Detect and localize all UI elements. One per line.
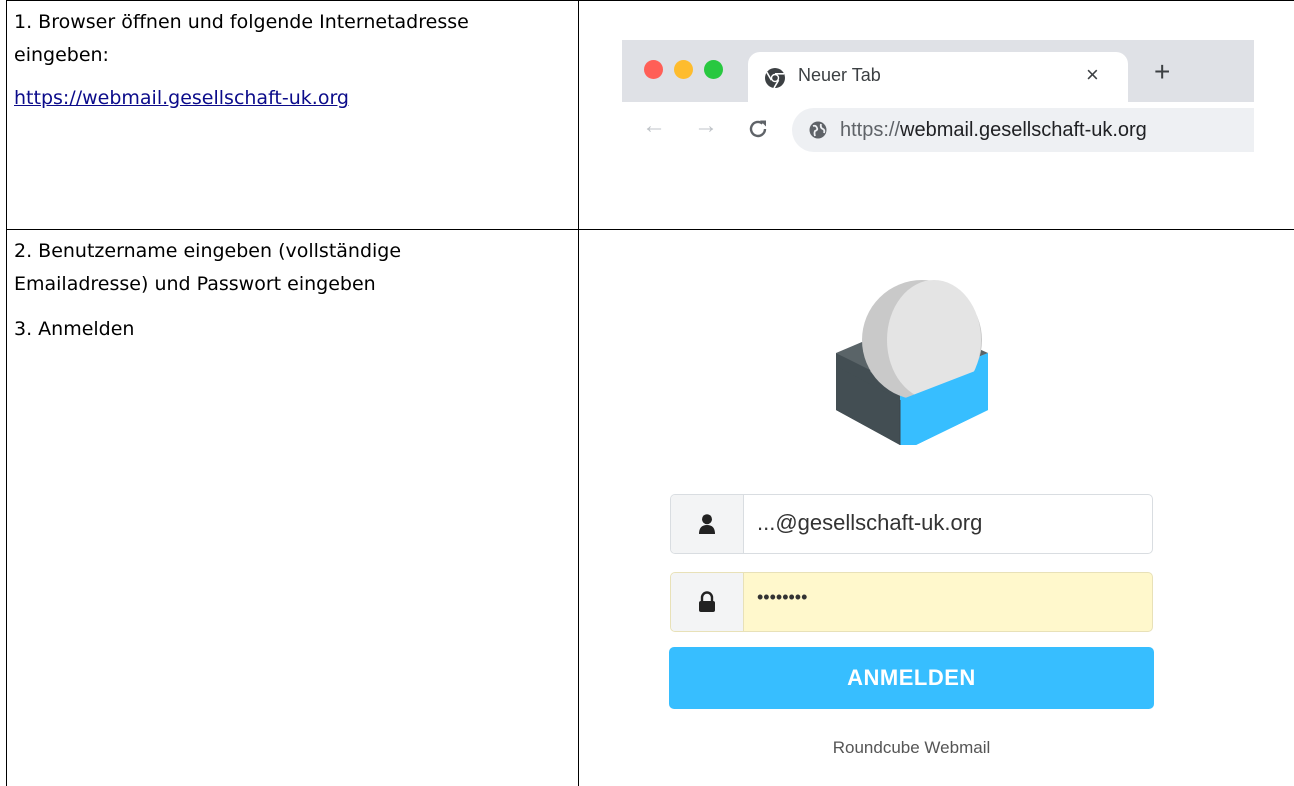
browser-window: Neuer Tab × + ← → https://webmail.gesell… — [622, 40, 1254, 156]
roundcube-logo-icon — [836, 280, 988, 445]
minimize-window-dot[interactable] — [674, 60, 693, 79]
url-scheme: https:// — [840, 119, 901, 141]
lock-icon — [699, 591, 715, 612]
anmelden-button[interactable]: ANMELDEN — [669, 647, 1154, 709]
step1-cell: 1. Browser öffnen und folgende Interneta… — [14, 6, 554, 115]
maximize-window-dot[interactable] — [704, 60, 723, 79]
forward-arrow-icon[interactable]: → — [694, 112, 718, 140]
table-border-center — [578, 0, 579, 786]
browser-tab[interactable]: Neuer Tab × — [748, 52, 1128, 104]
username-field[interactable]: ...@gesellschaft-uk.org — [670, 494, 1153, 554]
globe-icon — [809, 121, 827, 139]
password-value: •••••••• — [757, 587, 808, 607]
roundcube-footer: Roundcube Webmail — [832, 738, 991, 757]
new-tab-icon[interactable]: + — [1154, 58, 1170, 86]
username-value: ...@gesellschaft-uk.org — [757, 510, 983, 535]
lock-icon-box — [671, 573, 744, 631]
step2-cell: 2. Benutzername eingeben (vollständige E… — [14, 235, 534, 346]
table-border-left — [6, 0, 7, 786]
address-url: https://webmail.gesellschaft-uk.org — [840, 119, 1147, 142]
back-arrow-icon[interactable]: ← — [642, 112, 666, 140]
chrome-icon — [765, 68, 785, 89]
user-icon — [699, 514, 715, 534]
user-icon-box — [671, 495, 744, 553]
table-border-middle — [6, 229, 1294, 230]
step2-text: 2. Benutzername eingeben (vollständige E… — [14, 240, 402, 295]
tab-title: Neuer Tab — [798, 65, 881, 85]
password-field[interactable]: •••••••• — [670, 572, 1153, 632]
step3-text: 3. Anmelden — [14, 318, 135, 340]
tab-close-icon[interactable]: × — [1086, 62, 1099, 88]
table-border-top — [6, 0, 1294, 1]
browser-toolbar: ← → https://webmail.gesellschaft-uk.org — [622, 102, 1254, 156]
url-host: webmail.gesellschaft-uk.org — [900, 119, 1147, 141]
close-window-dot[interactable] — [644, 60, 663, 79]
step1-text: 1. Browser öffnen und folgende Interneta… — [14, 11, 469, 66]
address-bar[interactable]: https://webmail.gesellschaft-uk.org — [792, 108, 1254, 152]
reload-icon[interactable] — [746, 117, 770, 141]
webmail-link[interactable]: https://webmail.gesellschaft-uk.org — [14, 87, 349, 109]
